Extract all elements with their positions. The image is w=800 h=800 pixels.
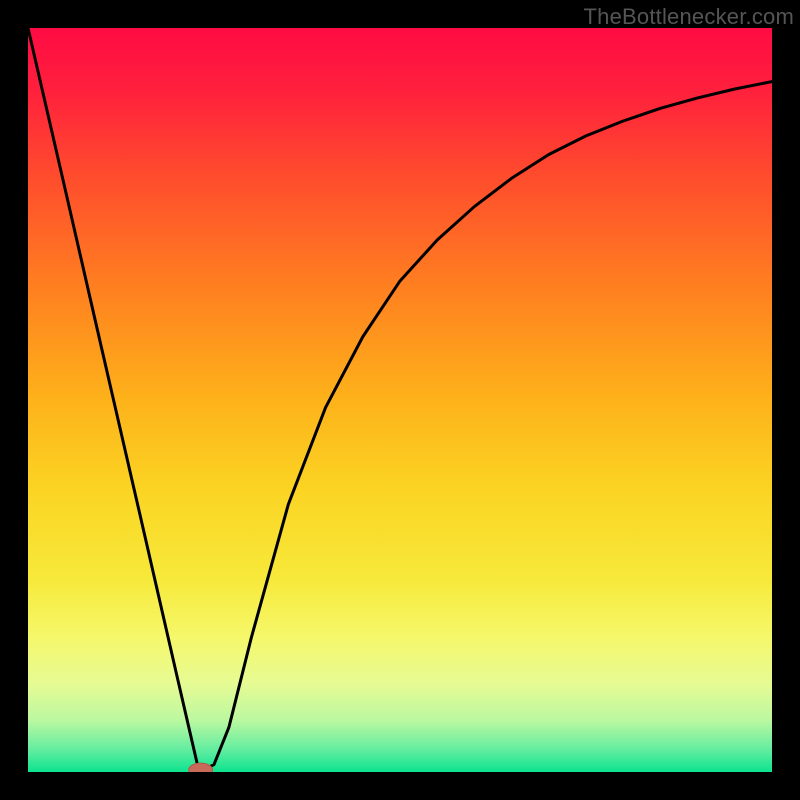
watermark-text: TheBottlenecker.com [584, 4, 794, 30]
gradient-background [28, 28, 772, 772]
bottleneck-chart [28, 28, 772, 772]
chart-frame [28, 28, 772, 772]
